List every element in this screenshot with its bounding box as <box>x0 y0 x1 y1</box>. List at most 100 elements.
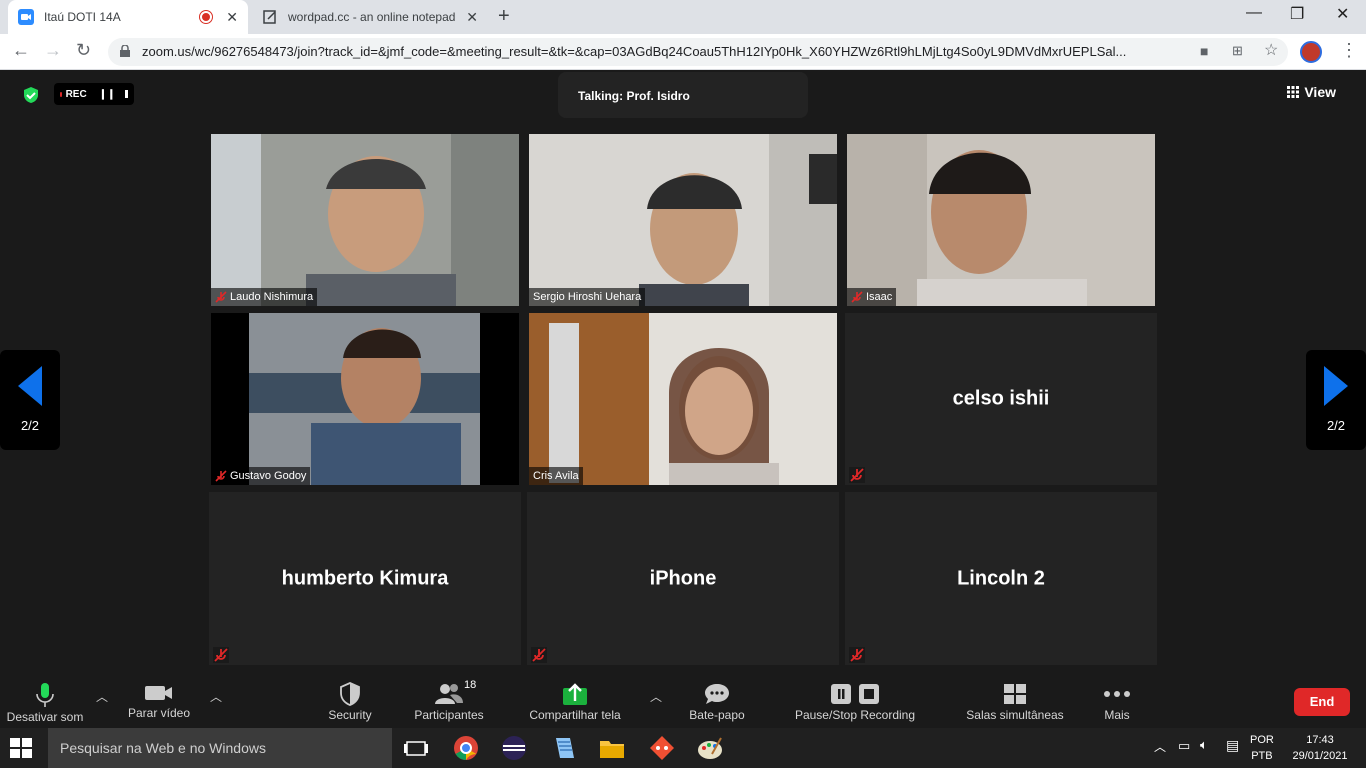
security-label: Security <box>328 708 372 722</box>
stop-video-button[interactable]: Parar vídeo <box>118 676 200 728</box>
view-label: View <box>1304 84 1336 100</box>
close-tab-icon[interactable]: ✕ <box>466 9 478 26</box>
chevron-up-icon[interactable]: ︿ <box>1154 738 1166 755</box>
video-tile[interactable]: Sergio Hiroshi Uehara <box>529 134 837 306</box>
participant-name-placeholder: Lincoln 2 <box>957 567 1045 589</box>
breakout-rooms-button[interactable]: Salas simultâneas <box>962 676 1068 728</box>
network-icon[interactable]: ▭ <box>1178 738 1190 754</box>
eclipse-icon[interactable] <box>500 734 528 762</box>
system-clock[interactable]: 17:43 29/01/2021 <box>1288 732 1352 764</box>
camera-blocked-icon[interactable]: ■ <box>1200 43 1208 59</box>
participant-name: Sergio Hiroshi Uehara <box>533 291 642 303</box>
breakout-rooms-icon <box>1004 684 1026 704</box>
tab-title: Itaú DOTI 14A <box>44 10 121 24</box>
grid-icon <box>1287 86 1300 98</box>
video-tile[interactable]: Isaac <box>847 134 1155 306</box>
chevron-up-icon[interactable]: ︿ <box>96 688 108 705</box>
pause-recording-icon[interactable]: ❙❙ <box>99 89 116 100</box>
forward-icon[interactable]: → <box>44 40 62 61</box>
taskbar-search-input[interactable]: Pesquisar na Web e no Windows <box>48 728 392 768</box>
browser-tab-strip: Itaú DOTI 14A ✕ wordpad.cc - an online n… <box>0 0 1366 34</box>
participant-name-placeholder: iPhone <box>649 567 717 589</box>
view-button[interactable]: View <box>1287 84 1336 100</box>
video-tile[interactable]: Cris Avila <box>529 313 837 485</box>
notepad-icon <box>262 9 278 25</box>
recording-indicator-icon <box>200 11 213 23</box>
chrome-icon[interactable] <box>452 734 480 762</box>
chat-button[interactable]: Bate-papo <box>682 676 752 728</box>
mute-button[interactable]: Desativar som <box>0 676 90 728</box>
participant-nametag: Cris Avila <box>529 467 583 485</box>
translate-icon[interactable]: ⊞ <box>1232 43 1243 59</box>
video-tile[interactable]: celso ishii <box>845 313 1157 485</box>
minimize-icon[interactable]: — <box>1246 4 1262 22</box>
muted-mic-icon <box>215 470 227 482</box>
paint-icon[interactable] <box>696 734 724 762</box>
new-tab-button[interactable]: + <box>498 5 510 28</box>
previous-page-button[interactable]: 2/2 <box>0 350 60 450</box>
file-explorer-icon[interactable] <box>598 734 626 762</box>
notification-icon[interactable]: ▤ <box>1226 737 1239 754</box>
more-label: Mais <box>1104 708 1130 722</box>
participant-name: Isaac <box>866 291 893 303</box>
page-indicator: 2/2 <box>1326 418 1346 433</box>
notepad-app-icon[interactable] <box>550 734 578 762</box>
pause-stop-icon <box>831 684 879 704</box>
participants-button[interactable]: Participantes <box>408 676 490 728</box>
muted-mic-icon <box>849 467 865 483</box>
stop-recording-icon[interactable] <box>125 90 128 98</box>
chevron-left-icon <box>18 366 42 406</box>
language-indicator[interactable]: POR PTB <box>1250 732 1274 764</box>
video-tile[interactable]: humberto Kimura <box>209 492 521 665</box>
url-text: zoom.us/wc/96276548473/join?track_id=&jm… <box>142 44 1127 59</box>
video-label: Parar vídeo <box>127 706 191 720</box>
zoom-meeting-area: REC ❙❙ Talking: Prof. Isidro View Laudo … <box>0 70 1366 676</box>
participant-video <box>211 134 519 306</box>
git-icon[interactable] <box>648 734 676 762</box>
meeting-toolbar: Desativar som ︿ Parar vídeo ︿ Security P… <box>0 676 1366 728</box>
video-tile[interactable]: iPhone <box>527 492 839 665</box>
lang-secondary: PTB <box>1251 750 1273 762</box>
chevron-up-icon[interactable]: ︿ <box>210 688 222 705</box>
end-meeting-button[interactable]: End <box>1294 688 1350 716</box>
video-tile[interactable]: Lincoln 2 <box>845 492 1157 665</box>
participant-nametag: Sergio Hiroshi Uehara <box>529 288 646 306</box>
lock-icon <box>120 45 130 57</box>
zoom-icon <box>18 9 34 25</box>
participant-name-placeholder: celso ishii <box>952 387 1050 410</box>
share-screen-button[interactable]: Compartilhar tela <box>522 676 628 728</box>
tab-wordpad[interactable]: wordpad.cc - an online notepad ✕ <box>252 0 488 34</box>
restore-icon[interactable]: ❐ <box>1290 4 1304 24</box>
pause-stop-recording-button[interactable]: Pause/Stop Recording <box>790 676 920 728</box>
address-bar[interactable]: zoom.us/wc/96276548473/join?track_id=&jm… <box>108 38 1288 66</box>
participant-nametag: Isaac <box>847 288 897 306</box>
next-page-button[interactable]: 2/2 <box>1306 350 1366 450</box>
close-tab-icon[interactable]: ✕ <box>226 9 238 26</box>
profile-avatar[interactable] <box>1300 41 1322 63</box>
participant-video <box>529 134 837 306</box>
recording-pill: REC ❙❙ <box>54 83 134 105</box>
breakout-label: Salas simultâneas <box>966 708 1064 722</box>
tab-zoom[interactable]: Itaú DOTI 14A ✕ <box>8 0 248 34</box>
chat-label: Bate-papo <box>689 708 745 722</box>
participant-nametag: Laudo Nishimura <box>211 288 318 306</box>
more-button[interactable]: Mais <box>1094 676 1140 728</box>
menu-icon[interactable]: ⋮ <box>1340 40 1358 61</box>
reload-icon[interactable]: ↻ <box>76 40 91 61</box>
task-view-icon[interactable] <box>402 734 430 762</box>
chevron-up-icon[interactable]: ︿ <box>650 688 662 705</box>
chevron-right-icon <box>1324 366 1348 406</box>
security-button[interactable]: Security <box>318 676 382 728</box>
close-window-icon[interactable]: ✕ <box>1336 4 1349 24</box>
speaker-icon[interactable]: 🔈︎ <box>1200 737 1208 753</box>
encryption-shield-icon[interactable] <box>22 86 40 104</box>
windows-start-icon[interactable] <box>10 738 32 758</box>
shield-icon <box>340 682 360 706</box>
record-label: Pause/Stop Recording <box>794 708 916 722</box>
video-tile[interactable]: Laudo Nishimura <box>211 134 519 306</box>
participant-video <box>529 313 837 485</box>
star-icon[interactable]: ☆ <box>1264 40 1278 60</box>
back-icon[interactable]: ← <box>12 40 30 61</box>
video-tile[interactable]: Gustavo Godoy <box>211 313 519 485</box>
active-speaker-banner: Talking: Prof. Isidro <box>558 72 808 118</box>
